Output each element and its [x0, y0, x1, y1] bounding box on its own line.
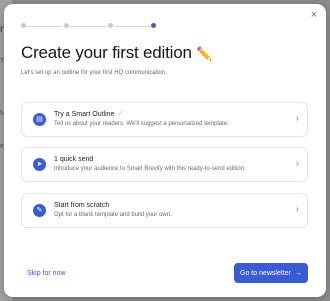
- pen-icon: ✎: [33, 204, 46, 217]
- option-description: Tell us about your readers. We'll sugges…: [54, 121, 229, 127]
- close-button[interactable]: ×: [308, 9, 320, 21]
- smart-outline-icon: ▤: [33, 113, 46, 126]
- option-smart-outline[interactable]: ▤ Try a Smart Outline ⟋ Tell us about you…: [21, 102, 308, 137]
- button-label: Go to newsletter: [240, 269, 291, 277]
- chevron-right-icon: ›: [295, 158, 299, 169]
- chevron-right-icon: ›: [295, 204, 299, 215]
- quick-send-icon: ➤: [33, 158, 46, 171]
- progress-stepper: [21, 23, 156, 29]
- stepper-connector: [26, 25, 62, 27]
- option-start-from-scratch[interactable]: ✎ Start from scratch Opt for a blank tem…: [21, 193, 308, 228]
- stepper-connector: [114, 25, 152, 27]
- option-quick-send[interactable]: ➤ 1 quick send Introduce your audience t…: [21, 147, 308, 182]
- option-title: 1 quick send: [54, 156, 94, 163]
- magic-wand-icon: ⟋: [117, 111, 123, 118]
- modal-title: Create your first edition ✏️: [21, 43, 212, 63]
- stepper-dot-4: [151, 23, 156, 28]
- create-edition-modal: × Create your first edition ✏️ Let's set…: [4, 4, 326, 297]
- pencil-icon: ✏️: [196, 46, 213, 61]
- stepper-dot-3: [108, 23, 113, 28]
- option-title: Try a Smart Outline ⟋: [54, 111, 123, 118]
- chevron-right-icon: ›: [295, 113, 299, 124]
- arrow-right-icon: →: [294, 269, 302, 277]
- stepper-dot-2: [64, 23, 69, 28]
- skip-link[interactable]: Skip for now: [27, 270, 66, 277]
- modal-subtitle: Let's set up an outline for your first H…: [21, 70, 167, 76]
- option-description: Opt for a blank template and build your …: [54, 212, 172, 218]
- option-description: Introduce your audience to Smart Brevity…: [54, 166, 246, 172]
- option-title: Start from scratch: [54, 202, 110, 209]
- stepper-connector: [69, 25, 107, 27]
- go-to-newsletter-button[interactable]: Go to newsletter →: [234, 263, 308, 283]
- stepper-dot-1: [21, 23, 26, 28]
- modal-title-text: Create your first edition: [21, 43, 192, 62]
